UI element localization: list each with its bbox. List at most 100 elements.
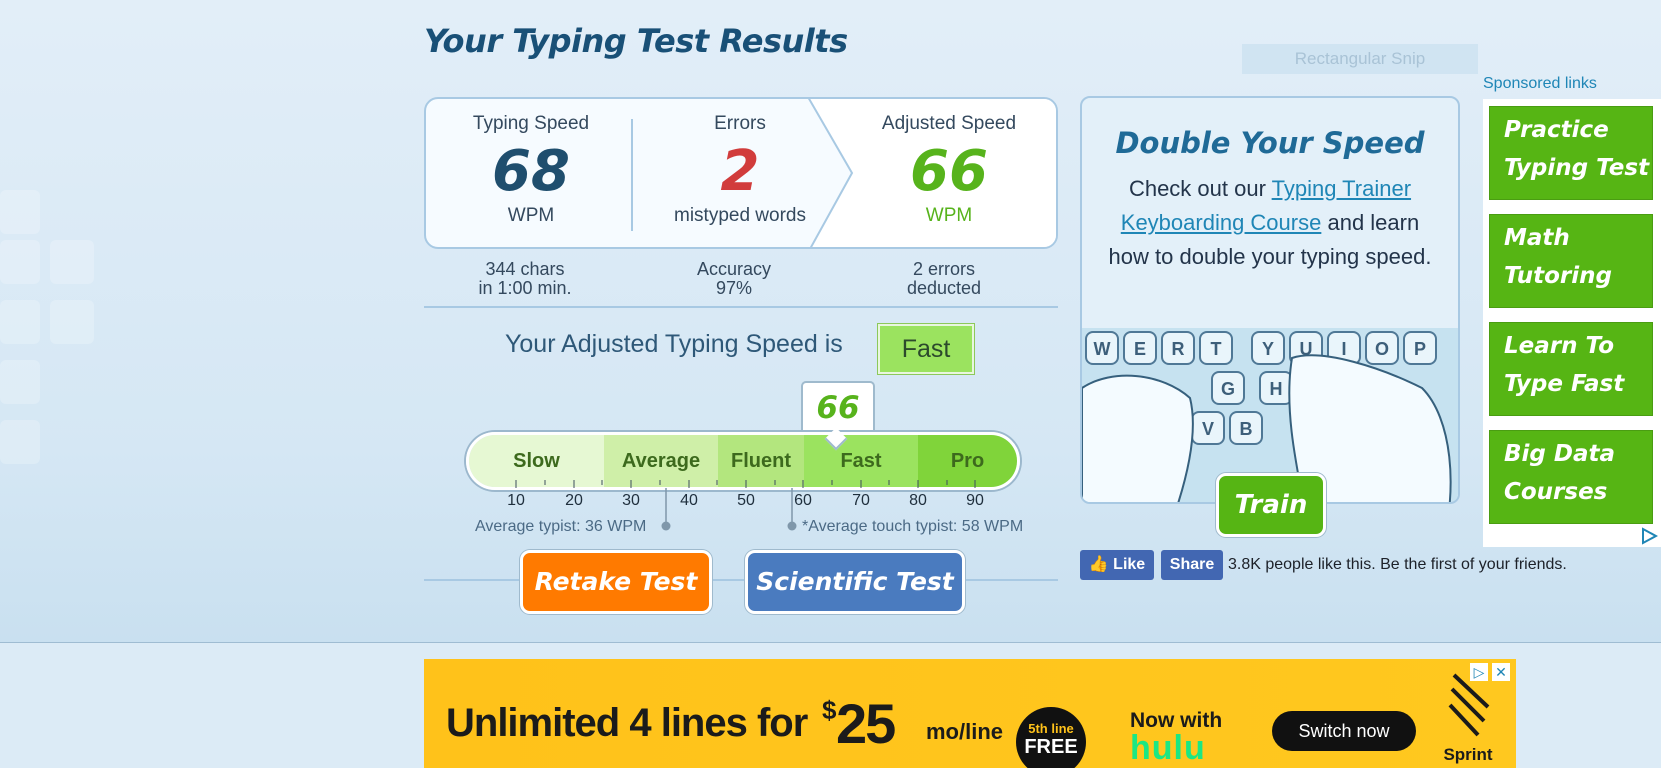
segment-fluent: Fluent — [718, 435, 804, 487]
sponsored-link-line: Type Fast — [1504, 371, 1625, 397]
tick-label: 10 — [507, 492, 525, 509]
banner-price: 25 — [836, 692, 896, 755]
facebook-like-button[interactable]: 👍 Like — [1080, 550, 1154, 580]
svg-text:I: I — [1341, 339, 1346, 359]
badge-line2: FREE — [1024, 736, 1078, 758]
key: E — [1123, 331, 1157, 365]
badge-line1: 5th line — [1028, 721, 1074, 736]
sponsored-link-line: Learn To — [1504, 333, 1615, 359]
typing-speed-label: Typing Speed — [472, 113, 590, 134]
chars-count: 344 chars — [485, 259, 565, 279]
sponsored-links-label: Sponsored links — [1483, 75, 1597, 92]
results-divider — [631, 119, 633, 231]
sponsored-link-practice-typing-test[interactable]: Practice Typing Test — [1489, 106, 1653, 200]
svg-text:G: G — [1221, 379, 1235, 399]
key: W — [1085, 331, 1119, 365]
speed-level-badge: Fast — [878, 324, 974, 374]
decor-key — [50, 240, 94, 284]
svg-text:R: R — [1172, 339, 1185, 359]
snip-overlay: Rectangular Snip — [1242, 44, 1478, 74]
adchoices-icon[interactable] — [1640, 527, 1658, 545]
adjusted-speed-unit: WPM — [925, 205, 973, 226]
segment-pro: Pro — [918, 435, 1017, 487]
hulu-logo: hulu — [1130, 729, 1206, 767]
speed-marker: 66 — [801, 381, 875, 435]
results-divider-line — [424, 306, 1058, 308]
svg-text:P: P — [1414, 339, 1426, 359]
promo-text: Check out our Typing Trainer Keyboarding… — [1098, 172, 1442, 274]
key: O — [1365, 331, 1399, 365]
switch-now-button[interactable]: Switch now — [1272, 711, 1416, 751]
sponsored-link-math-tutoring[interactable]: Math Tutoring — [1489, 214, 1653, 308]
decor-key — [0, 190, 40, 234]
tick-label: 90 — [966, 492, 984, 509]
tick-label: 70 — [852, 492, 870, 509]
chars-stat: 344 chars in 1:00 min. — [425, 260, 625, 298]
ad-close-icon[interactable]: ✕ — [1492, 663, 1510, 681]
speed-scale-bar: Slow Average Fluent Fast Pro — [466, 432, 1020, 490]
sponsored-link-line: Math — [1504, 225, 1570, 251]
tick-label: 20 — [565, 492, 583, 509]
sponsored-link-learn-to-type-fast[interactable]: Learn To Type Fast — [1489, 322, 1653, 416]
like-label: Like — [1113, 556, 1146, 573]
decor-key — [0, 240, 40, 284]
key: H — [1259, 371, 1293, 405]
segment-average: Average — [604, 435, 718, 487]
key: Y — [1251, 331, 1285, 365]
banner-headline: Unlimited 4 lines for — [446, 701, 808, 745]
sponsored-links-panel: Practice Typing Test Math Tutoring Learn… — [1483, 99, 1661, 547]
accuracy-label: Accuracy — [696, 259, 772, 279]
keyboarding-course-link[interactable]: Keyboarding Course — [1121, 210, 1322, 235]
tick-label: 80 — [909, 492, 927, 509]
svg-text:V: V — [1202, 419, 1214, 439]
svg-text:B: B — [1240, 419, 1253, 439]
sprint-banner-ad[interactable]: Unlimited 4 lines for $ 25 mo/line 5th l… — [424, 659, 1516, 768]
decor-key — [0, 420, 40, 464]
typing-speed-unit: WPM — [507, 205, 555, 226]
typing-speed-value: 68 — [492, 139, 570, 204]
key: T — [1199, 331, 1233, 365]
segment-slow: Slow — [469, 435, 604, 487]
thumbs-up-icon: 👍 — [1088, 556, 1109, 573]
decor-key — [0, 300, 40, 344]
sponsored-link-line: Tutoring — [1504, 263, 1612, 289]
sponsored-link-big-data-courses[interactable]: Big Data Courses — [1489, 430, 1653, 524]
sponsored-link-line: Courses — [1504, 479, 1608, 505]
decor-key — [0, 360, 40, 404]
key: R — [1161, 331, 1195, 365]
svg-text:Y: Y — [1262, 339, 1274, 359]
sponsored-link-line: Big Data — [1504, 441, 1616, 467]
adjusted-speed-label: Adjusted Speed — [881, 113, 1017, 134]
average-typist-note: Average typist: 36 WPM — [475, 518, 647, 535]
accuracy-stat: Accuracy 97% — [634, 260, 834, 298]
results-card: Typing Speed 68 WPM Errors 2 mistyped wo… — [424, 97, 1058, 249]
banner-price-unit: mo/line — [926, 719, 1004, 744]
key: P — [1403, 331, 1437, 365]
promo-text-before: Check out our — [1128, 176, 1266, 201]
tick-label: 60 — [794, 492, 812, 509]
sprint-brand-text: Sprint — [1443, 745, 1493, 764]
svg-text:H: H — [1270, 379, 1283, 399]
scientific-test-button[interactable]: Scientific Test — [745, 550, 965, 614]
adjusted-speed-stat: Adjusted Speed 66 WPM — [849, 99, 1049, 247]
errors-value: 2 — [720, 139, 760, 204]
retake-test-button[interactable]: Retake Test — [520, 550, 712, 614]
sprint-logo-icon — [1448, 673, 1490, 737]
left-hand-shape — [1082, 374, 1194, 502]
typing-speed-stat: Typing Speed 68 WPM — [431, 99, 631, 247]
errors-stat: Errors 2 mistyped words — [640, 99, 840, 247]
double-speed-promo: Double Your Speed Check out our Typing T… — [1080, 96, 1460, 504]
facebook-likes-text: 3.8K people like this. Be the first of y… — [1228, 556, 1567, 573]
facebook-share-button[interactable]: Share — [1161, 550, 1223, 580]
adjusted-speed-value: 66 — [910, 139, 988, 204]
sponsored-link-line: Typing Test — [1504, 155, 1650, 181]
svg-text:T: T — [1211, 339, 1222, 359]
errors-label: Errors — [714, 113, 766, 134]
typing-trainer-link[interactable]: Typing Trainer — [1272, 176, 1411, 201]
key: G — [1211, 371, 1245, 405]
key: V — [1191, 411, 1225, 445]
ad-info-icon[interactable]: ▷ — [1470, 663, 1488, 681]
chars-duration: in 1:00 min. — [478, 278, 572, 298]
tick-label: 50 — [737, 492, 755, 509]
train-button[interactable]: Train — [1216, 473, 1326, 537]
